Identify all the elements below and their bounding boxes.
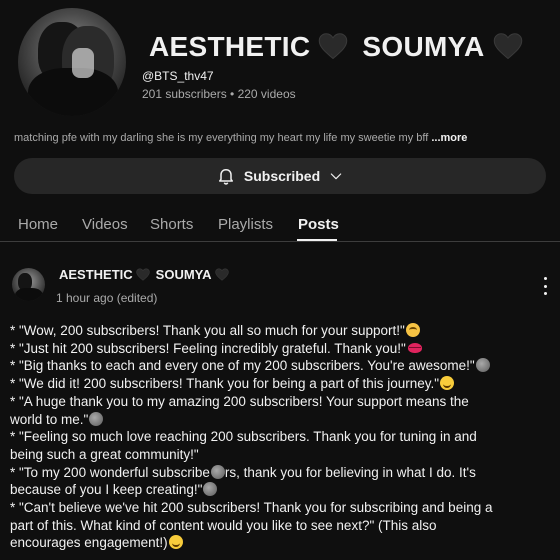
moon-emoji — [203, 482, 218, 497]
post-line: * "Wow, 200 subscribers! Thank you all s… — [10, 322, 550, 340]
channel-description[interactable]: matching pfe with my darling she is my e… — [14, 132, 554, 144]
post-line: * "Just hit 200 subscribers! Feeling inc… — [10, 340, 550, 358]
post-body: * "Wow, 200 subscribers! Thank you all s… — [10, 322, 550, 552]
channel-name: AESTHETIC SOUMYA — [149, 31, 537, 63]
post-author-part2: SOUMYA — [155, 267, 212, 282]
post-author-avatar[interactable] — [12, 268, 45, 301]
channel-stats: 201 subscribers • 220 videos — [142, 87, 296, 101]
black-heart-icon — [319, 32, 348, 59]
post-author-part1: AESTHETIC — [59, 267, 133, 282]
channel-tabs: Home Videos Shorts Playlists Posts — [0, 206, 560, 242]
post-line: * "To my 200 wonderful subscribe rs, than… — [10, 464, 476, 480]
tab-posts[interactable]: Posts — [298, 216, 339, 233]
subscribed-label: Subscribed — [243, 168, 321, 184]
post-line: * "Can't believe we've hit 200 subscribe… — [10, 500, 493, 516]
post-timestamp: 1 hour ago (edited) — [56, 291, 158, 305]
more-link[interactable]: ...more — [431, 132, 467, 144]
smile-emoji — [440, 376, 455, 391]
post-line: * "Feeling so much love reaching 200 sub… — [10, 429, 477, 445]
black-heart-icon — [135, 268, 150, 281]
post-line: because of you I keep creating!" — [10, 481, 550, 499]
pleading-face-emoji — [405, 323, 420, 337]
moon-emoji — [475, 358, 490, 373]
channel-name-part1: AESTHETIC — [149, 31, 311, 62]
channel-name-part2: SOUMYA — [362, 31, 485, 62]
tab-playlists[interactable]: Playlists — [218, 216, 273, 233]
description-text: matching pfe with my darling she is my e… — [14, 132, 432, 144]
post-line: * "A huge thank you to my amazing 200 su… — [10, 393, 469, 409]
post-line: * "Big thanks to each and every one of m… — [10, 357, 550, 375]
channel-handle: @BTS_thv47 — [142, 69, 214, 83]
kiss-lips-emoji — [407, 342, 422, 353]
grin-emoji — [168, 535, 183, 550]
channel-avatar[interactable] — [18, 8, 126, 116]
post-line: being such a great community!" — [10, 446, 199, 462]
post-line: encourages engagement!) — [10, 534, 550, 552]
tab-videos[interactable]: Videos — [82, 216, 128, 233]
moon-emoji — [210, 464, 225, 479]
post-line: * "We did it! 200 subscribers! Thank you… — [10, 375, 550, 393]
chevron-down-icon — [330, 173, 342, 180]
subscribed-button[interactable]: Subscribed — [14, 158, 546, 194]
more-vert-icon[interactable] — [538, 277, 552, 295]
moon-emoji — [89, 411, 104, 426]
post-line: part of this. What kind of content would… — [10, 517, 437, 533]
tab-home[interactable]: Home — [18, 216, 58, 233]
post-line: world to me." — [10, 411, 550, 429]
black-heart-icon — [214, 268, 229, 281]
tab-shorts[interactable]: Shorts — [150, 216, 193, 233]
post-author-name[interactable]: AESTHETIC SOUMYA — [59, 267, 235, 282]
bell-icon — [218, 169, 233, 185]
black-heart-icon — [493, 32, 522, 59]
active-tab-indicator — [297, 239, 337, 241]
